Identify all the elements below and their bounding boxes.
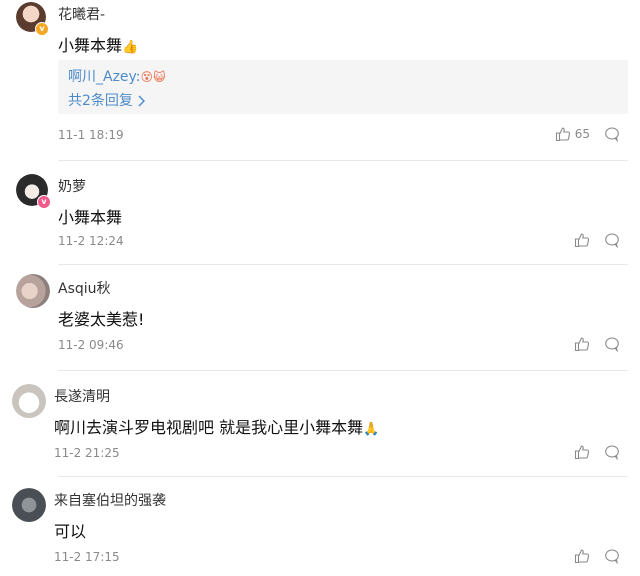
thumbs-up-icon (574, 444, 590, 460)
more-replies-link[interactable]: 共2条回复 (68, 93, 133, 109)
thumbs-up-icon (574, 336, 590, 352)
comment-text: 老婆太美惹! (58, 310, 145, 329)
like-count: 65 (574, 127, 590, 141)
avatar[interactable] (12, 384, 46, 418)
comment-username[interactable]: 花曦君- (58, 4, 105, 24)
comment-bubble-icon (604, 336, 620, 352)
emoji: 🙏 (363, 422, 380, 437)
divider (58, 264, 628, 265)
comment-bubble-icon (604, 548, 620, 564)
verified-badge-icon: v (37, 195, 51, 209)
reply-emoji: 😵😺 (140, 70, 166, 84)
comment-text: 小舞本舞👍 (58, 36, 139, 55)
comment-item: 来自塞伯坦的强袭 可以 11-2 17:15 (0, 484, 640, 576)
reply-button[interactable] (604, 548, 620, 564)
comment-item: Asqiu秋 老婆太美惹! 11-2 09:46 (0, 272, 640, 362)
divider (58, 370, 628, 371)
comment-timestamp: 11-2 21:25 (54, 446, 120, 460)
comment-username[interactable]: 奶萝 (58, 176, 86, 196)
comment-text: 小舞本舞 (58, 208, 123, 227)
like-button[interactable]: 65 (555, 126, 590, 142)
thumbs-up-emoji: 👍 (122, 40, 139, 55)
reply-username[interactable]: 啊川_Azey: (68, 69, 141, 85)
divider (58, 160, 628, 161)
comment-item: v 奶萝 小舞本舞 11-2 12:24 (0, 170, 640, 260)
comment-timestamp: 11-2 17:15 (54, 550, 120, 564)
reply-button[interactable] (604, 126, 620, 142)
divider (58, 476, 628, 477)
like-button[interactable] (574, 336, 590, 352)
comment-username[interactable]: Asqiu秋 (58, 278, 111, 298)
comment-username[interactable]: 長遂清明 (54, 386, 110, 406)
avatar[interactable] (16, 274, 50, 308)
reply-button[interactable] (604, 336, 620, 352)
comment-timestamp: 11-2 12:24 (58, 234, 124, 248)
reply-preview[interactable]: 啊川_Azey:😵😺 共2条回复 (58, 60, 628, 114)
like-button[interactable] (574, 444, 590, 460)
comment-timestamp: 11-2 09:46 (58, 338, 124, 352)
comment-item: 長遂清明 啊川去演斗罗电视剧吧 就是我心里小舞本舞🙏 11-2 21:25 (0, 380, 640, 470)
verified-badge-icon: v (35, 22, 49, 36)
thumbs-up-icon (574, 232, 590, 248)
comment-text: 啊川去演斗罗电视剧吧 就是我心里小舞本舞🙏 (54, 418, 380, 437)
thumbs-up-icon (555, 126, 571, 142)
comment-bubble-icon (604, 232, 620, 248)
comment-bubble-icon (604, 126, 620, 142)
comment-text: 可以 (54, 522, 87, 541)
comment-bubble-icon (604, 444, 620, 460)
chevron-right-icon[interactable] (137, 95, 146, 107)
like-button[interactable] (574, 548, 590, 564)
avatar[interactable] (12, 488, 46, 522)
reply-button[interactable] (604, 444, 620, 460)
thumbs-up-icon (574, 548, 590, 564)
like-button[interactable] (574, 232, 590, 248)
comment-item: v 花曦君- 小舞本舞👍 啊川_Azey:😵😺 共2条回复 11-1 18:19… (0, 0, 640, 150)
reply-button[interactable] (604, 232, 620, 248)
comment-username[interactable]: 来自塞伯坦的强袭 (54, 490, 166, 510)
comment-timestamp: 11-1 18:19 (58, 128, 124, 142)
